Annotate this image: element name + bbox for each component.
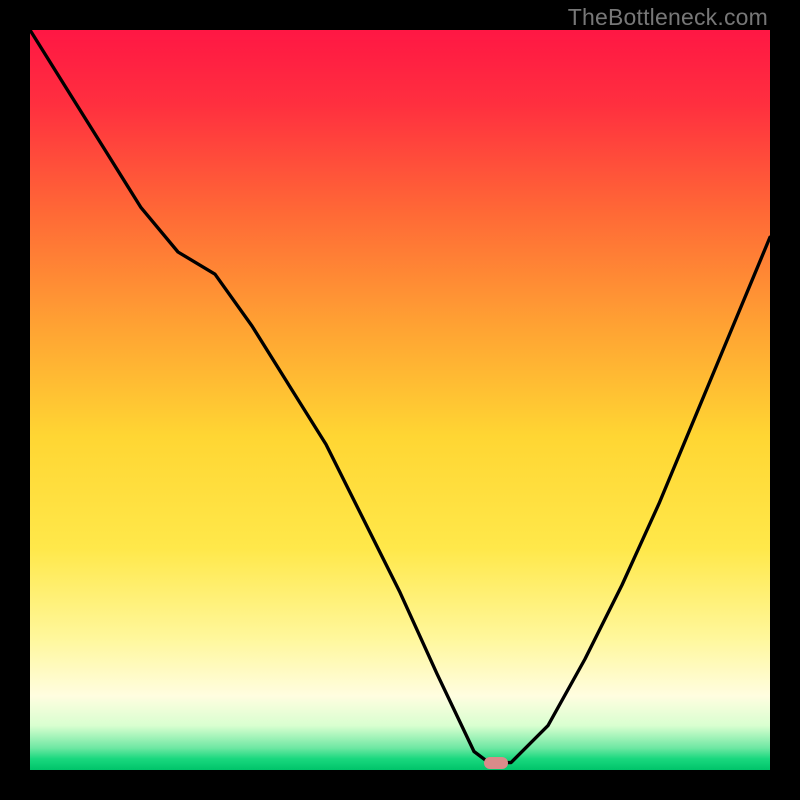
optimal-point-marker (484, 757, 508, 769)
plot-area (30, 30, 770, 770)
bottleneck-curve (30, 30, 770, 770)
chart-canvas: TheBottleneck.com (0, 0, 800, 800)
watermark-text: TheBottleneck.com (568, 4, 768, 31)
